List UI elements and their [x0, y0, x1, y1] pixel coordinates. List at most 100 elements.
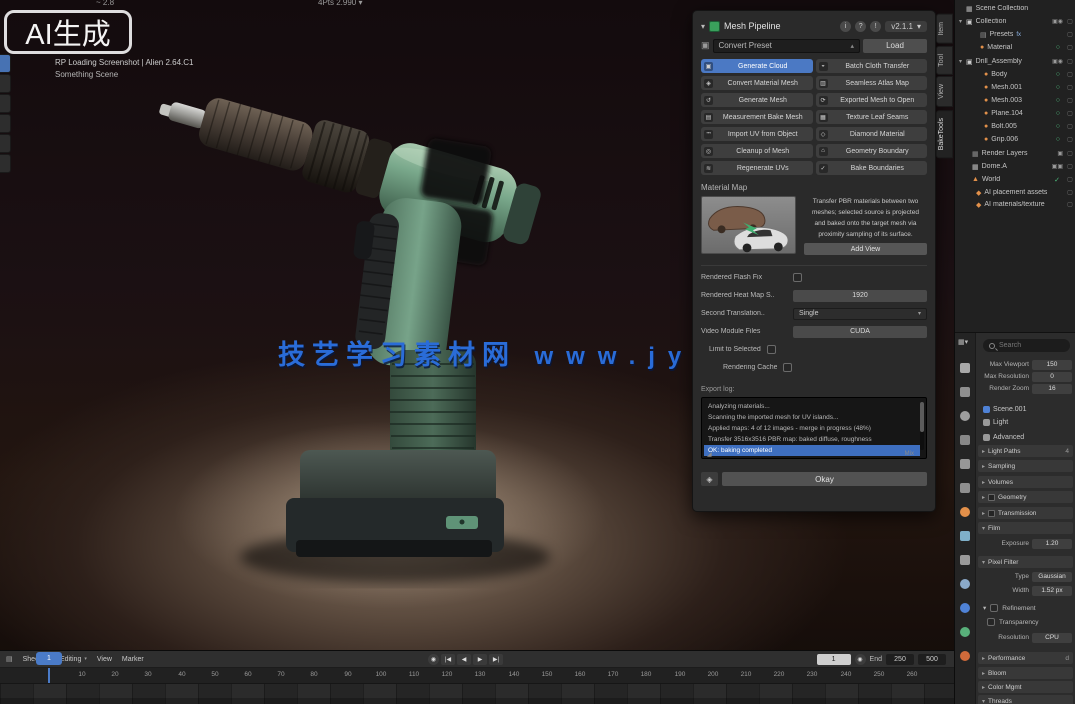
properties-tab-icon[interactable] [960, 459, 970, 469]
outliner-item-label[interactable]: Drill_Assembly [976, 58, 1022, 65]
property-section-header[interactable]: ▸ Sampling [978, 460, 1073, 472]
outliner-row[interactable]: ▦ Dome.A ▣▣ ▢ [955, 160, 1075, 173]
property-tree-row[interactable]: Light [983, 417, 1072, 428]
property-section-header[interactable]: ▸ Light Paths 4 [978, 445, 1073, 457]
render-toggle-icon[interactable]: ▢ [1066, 71, 1074, 78]
outliner-item-label[interactable]: Dome.A [982, 163, 1007, 170]
help-icon[interactable]: ? [855, 21, 866, 32]
outliner-row[interactable]: ● Grip.006 ○ ▢ [955, 133, 1075, 146]
sidebar-tab[interactable]: Tool [936, 46, 953, 75]
heatmap-value-button[interactable]: 1920 [793, 290, 927, 302]
properties-tab-icon[interactable] [960, 531, 970, 541]
visibility-toggle-icon[interactable]: ○ [1056, 110, 1060, 117]
property-value[interactable]: 0 [1032, 372, 1072, 382]
action-button[interactable]: ▦ Texture Leaf Seams [816, 110, 928, 124]
log-line[interactable]: Analyzing materials... [708, 401, 916, 412]
action-button[interactable]: ◈ Convert Material Mesh [701, 76, 813, 90]
flash-fix-checkbox[interactable] [793, 273, 802, 282]
property-value[interactable]: 16 [1032, 384, 1072, 394]
translation-dropdown[interactable]: Single ▾ [793, 308, 927, 320]
outliner-item-label[interactable]: Body [991, 71, 1007, 78]
preset-select[interactable]: Convert Preset ▴ [713, 39, 860, 53]
visibility-toggle-icon[interactable]: ○ [1056, 84, 1060, 91]
properties-tab-icon[interactable] [960, 483, 970, 493]
outliner-row[interactable]: ◆ AI materials/texture ▢ [955, 198, 1075, 211]
load-button[interactable]: Load [863, 39, 927, 53]
properties-tab-icon[interactable] [960, 435, 970, 445]
timeline-editor-icon[interactable]: ▤ [6, 655, 13, 663]
outliner-row[interactable]: ● Material ○ ▢ [955, 41, 1075, 54]
outliner-item-label[interactable]: AI placement assets [984, 189, 1047, 196]
property-section-header[interactable]: ▸ Geometry [978, 491, 1073, 503]
previous-frame-button[interactable]: ◀ [457, 654, 471, 665]
tool-button[interactable] [0, 154, 11, 173]
expand-arrow-icon[interactable]: ▾ [959, 18, 966, 25]
visibility-toggle-icon[interactable]: ✓ [1054, 176, 1060, 184]
render-toggle-icon[interactable]: ▢ [1066, 189, 1074, 196]
properties-tab-icon[interactable] [960, 579, 970, 589]
property-section-header[interactable]: ▾ Pixel Filter [978, 556, 1073, 568]
section-checkbox[interactable] [988, 494, 995, 501]
action-button[interactable]: ≋ Regenerate UVs [701, 161, 813, 175]
properties-tab-icon[interactable] [960, 507, 970, 517]
property-section-header[interactable]: ▾ Threads [978, 695, 1073, 704]
version-dropdown[interactable]: v2.1.1 ▾ [885, 21, 927, 32]
property-section-header[interactable]: ▸ Bloom [978, 667, 1073, 679]
log-line[interactable]: Scanning the imported mesh for UV island… [708, 412, 916, 423]
editor-type-icon[interactable]: ▦▾ [958, 338, 968, 346]
warning-icon[interactable]: ! [870, 21, 881, 32]
action-button[interactable]: ✓ Bake Boundaries [816, 161, 928, 175]
action-button[interactable]: ◎ Cleanup of Mesh [701, 144, 813, 158]
property-value[interactable]: 150 [1032, 360, 1072, 370]
log-scroll-thumb[interactable] [920, 402, 924, 432]
render-toggle-icon[interactable]: ▢ [1066, 136, 1074, 143]
kv-value[interactable]: CPU [1032, 633, 1072, 643]
outliner-row[interactable]: ● Mesh.001 ○ ▢ [955, 81, 1075, 94]
properties-search[interactable]: Search [983, 339, 1070, 352]
sidebar-tab[interactable]: View [936, 76, 953, 107]
render-toggle-icon[interactable]: ▢ [1066, 110, 1074, 117]
outliner-item-label[interactable]: Presets [990, 31, 1014, 38]
render-toggle-icon[interactable]: ▢ [1066, 58, 1074, 65]
export-log-box[interactable]: Analyzing materials... Scanning the impo… [701, 397, 927, 459]
property-tree-row[interactable]: Scene.001 [983, 404, 1072, 415]
timeline-menu-marker[interactable]: Marker [122, 656, 144, 663]
tool-button[interactable] [0, 94, 11, 113]
outliner-item-label[interactable]: Render Layers [982, 150, 1028, 157]
render-toggle-icon[interactable]: ▢ [1066, 150, 1074, 157]
end-frame-field[interactable]: 250 [886, 654, 914, 665]
property-section-header[interactable]: ▸ Performance d [978, 652, 1073, 664]
current-frame-field[interactable]: 1 [817, 654, 851, 665]
action-button[interactable]: ◒ Batch Cloth Transfer [816, 59, 928, 73]
properties-tab-icon[interactable] [960, 387, 970, 397]
timeline-menu-editing[interactable]: Editing ▾ [60, 656, 87, 663]
jump-to-end-button[interactable]: ▶| [489, 654, 503, 665]
options-icon-button[interactable]: ◈ [701, 472, 718, 486]
action-button[interactable]: ◇ Diamond Material [816, 127, 928, 141]
property-section-header[interactable]: ▸ Color Mgmt [978, 681, 1073, 693]
kv-value[interactable]: 1.52 px [1032, 586, 1072, 596]
total-frames-field[interactable]: 500 [918, 654, 946, 665]
property-section-header[interactable]: ▸ Volumes [978, 476, 1073, 488]
visibility-toggle-icon[interactable]: ○ [1056, 97, 1060, 104]
properties-tab-icon[interactable] [960, 627, 970, 637]
action-button[interactable]: ▤ Measurement Bake Mesh [701, 110, 813, 124]
render-toggle-icon[interactable]: ▢ [1066, 44, 1074, 51]
render-toggle-icon[interactable]: ▢ [1066, 84, 1074, 91]
action-button[interactable]: ⭲ Import UV from Object [701, 127, 813, 141]
property-checkbox[interactable] [987, 618, 995, 626]
log-line[interactable]: Transfer 3516x3516 PBR map: baked diffus… [708, 434, 916, 445]
property-section-header[interactable]: ▾ Film [978, 522, 1073, 534]
outliner-row[interactable]: ▦ Scene Collection [955, 2, 1075, 15]
outliner-row[interactable]: ▾ ▣ Collection ▣◉ ▢ [955, 15, 1075, 28]
module-value-button[interactable]: CUDA [793, 326, 927, 338]
resize-corner-icon[interactable]: ◢ [707, 451, 712, 458]
property-section-header[interactable]: ▸ Transmission [978, 507, 1073, 519]
outliner-item-label[interactable]: Mesh.003 [991, 97, 1022, 104]
okay-button[interactable]: Okay [722, 472, 927, 486]
render-toggle-icon[interactable]: ▢ [1066, 123, 1074, 130]
render-toggle-icon[interactable]: ▢ [1066, 201, 1074, 208]
play-button[interactable]: ▶ [473, 654, 487, 665]
outliner-row[interactable]: ▦ Render Layers ▣ ▢ [955, 147, 1075, 160]
property-tree-row[interactable]: Advanced [983, 432, 1072, 443]
